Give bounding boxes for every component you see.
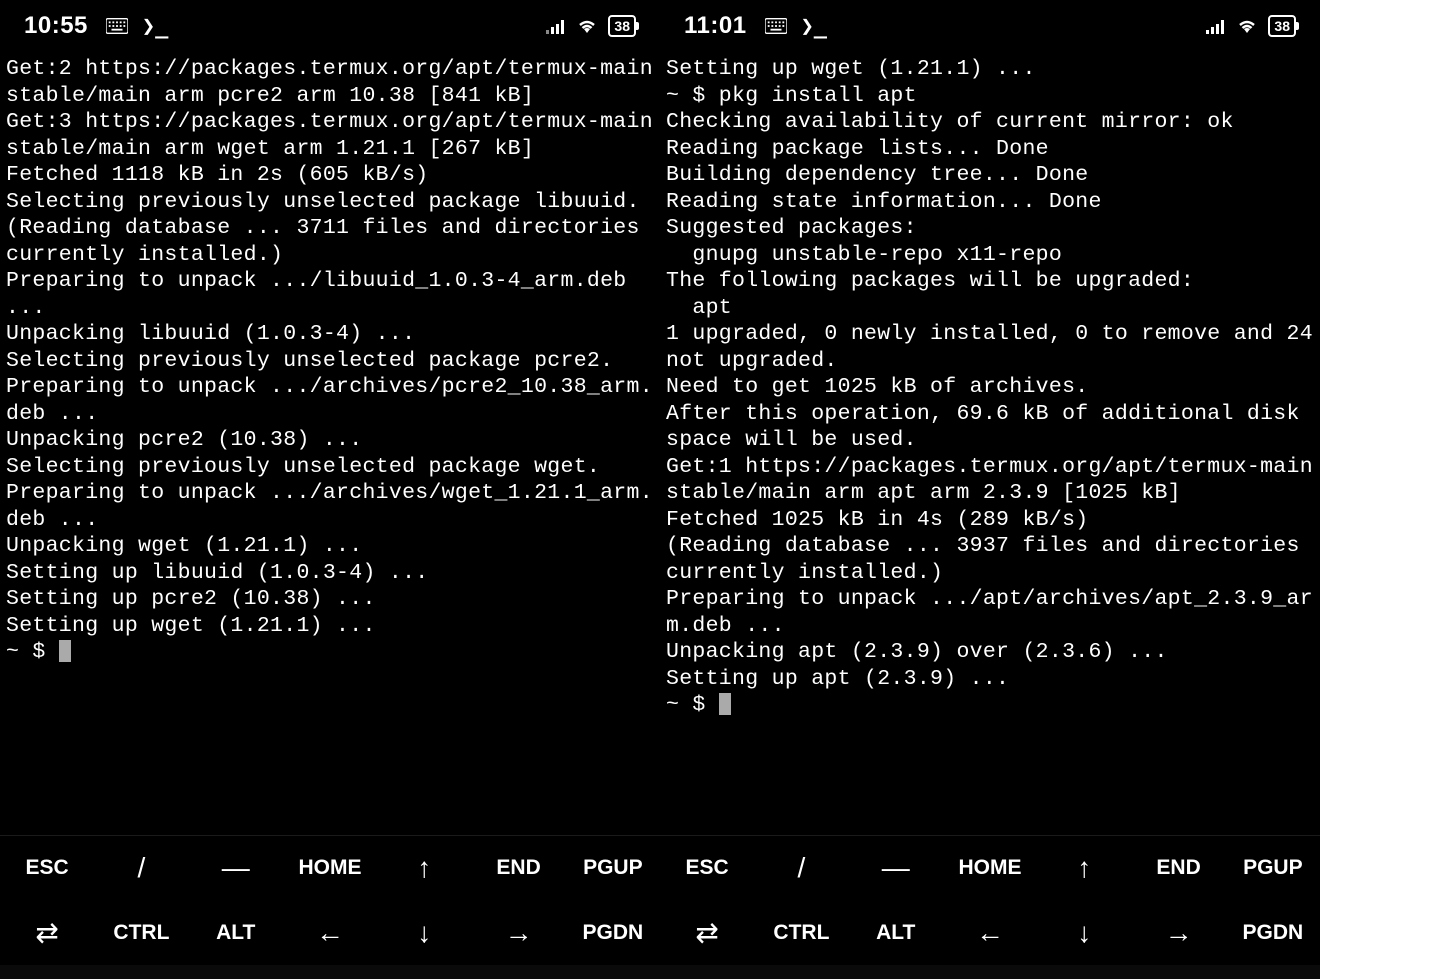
terminal-text: Setting up wget (1.21.1) ... ~ $ pkg ins…: [666, 57, 1320, 691]
status-right-icons: 38: [1206, 15, 1296, 37]
clock: 10:55: [24, 12, 88, 40]
terminal-output[interactable]: Get:2 https://packages.termux.org/apt/te…: [0, 52, 660, 835]
key-pgup[interactable]: PGUP: [1226, 836, 1320, 901]
cellular-signal-icon: [1206, 18, 1226, 34]
shell-prompt: ~ $: [6, 640, 59, 664]
screen-right: 11:01 ❯_ 38 Setting up wget (1.21.1) ...…: [660, 0, 1320, 979]
nav-bar: [0, 965, 660, 979]
keyboard-icon: [765, 18, 787, 34]
key-left[interactable]: ←: [283, 901, 377, 966]
key-alt[interactable]: ALT: [189, 901, 283, 966]
key-pgdn[interactable]: PGDN: [566, 901, 660, 966]
key-end[interactable]: END: [1131, 836, 1225, 901]
keyboard-icon: [106, 18, 128, 34]
key-home[interactable]: HOME: [943, 836, 1037, 901]
wifi-icon: [1236, 18, 1258, 34]
key-dash[interactable]: —: [849, 836, 943, 901]
key-right[interactable]: →: [1131, 901, 1225, 966]
key-toggle-keyboard[interactable]: ⇄: [660, 901, 754, 966]
terminal-text: Get:2 https://packages.termux.org/apt/te…: [6, 57, 660, 638]
shell-prompt: ~ $: [666, 693, 719, 717]
key-down[interactable]: ↓: [377, 901, 471, 966]
key-left[interactable]: ←: [943, 901, 1037, 966]
screen-left: 10:55 ❯_ 38 Get:2 https://packages.termu…: [0, 0, 660, 979]
key-toggle-keyboard[interactable]: ⇄: [0, 901, 94, 966]
key-esc[interactable]: ESC: [0, 836, 94, 901]
cursor: [719, 693, 731, 715]
battery-indicator: 38: [608, 15, 636, 37]
status-bar: 11:01 ❯_ 38: [660, 0, 1320, 52]
wifi-icon: [576, 18, 598, 34]
key-end[interactable]: END: [471, 836, 565, 901]
key-right[interactable]: →: [471, 901, 565, 966]
key-up[interactable]: ↑: [1037, 836, 1131, 901]
key-esc[interactable]: ESC: [660, 836, 754, 901]
cursor: [59, 640, 71, 662]
status-right-icons: 38: [546, 15, 636, 37]
status-left-icons: ❯_: [765, 14, 828, 39]
cellular-signal-icon: [546, 18, 566, 34]
terminal-output[interactable]: Setting up wget (1.21.1) ... ~ $ pkg ins…: [660, 52, 1320, 835]
key-alt[interactable]: ALT: [849, 901, 943, 966]
key-dash[interactable]: —: [189, 836, 283, 901]
key-pgdn[interactable]: PGDN: [1226, 901, 1320, 966]
key-slash[interactable]: /: [94, 836, 188, 901]
key-down[interactable]: ↓: [1037, 901, 1131, 966]
extra-keys-row: ESC / — HOME ↑ END PGUP ⇄ CTRL ALT ← ↓ →…: [0, 835, 660, 965]
status-left-icons: ❯_: [106, 14, 169, 39]
key-home[interactable]: HOME: [283, 836, 377, 901]
key-ctrl[interactable]: CTRL: [754, 901, 848, 966]
extra-keys-row: ESC / — HOME ↑ END PGUP ⇄ CTRL ALT ← ↓ →…: [660, 835, 1320, 965]
key-up[interactable]: ↑: [377, 836, 471, 901]
key-ctrl[interactable]: CTRL: [94, 901, 188, 966]
key-pgup[interactable]: PGUP: [566, 836, 660, 901]
status-bar: 10:55 ❯_ 38: [0, 0, 660, 52]
clock: 11:01: [684, 12, 747, 40]
nav-bar: [660, 965, 1320, 979]
key-slash[interactable]: /: [754, 836, 848, 901]
terminal-app-icon: ❯_: [142, 14, 169, 39]
terminal-app-icon: ❯_: [801, 14, 828, 39]
battery-indicator: 38: [1268, 15, 1296, 37]
